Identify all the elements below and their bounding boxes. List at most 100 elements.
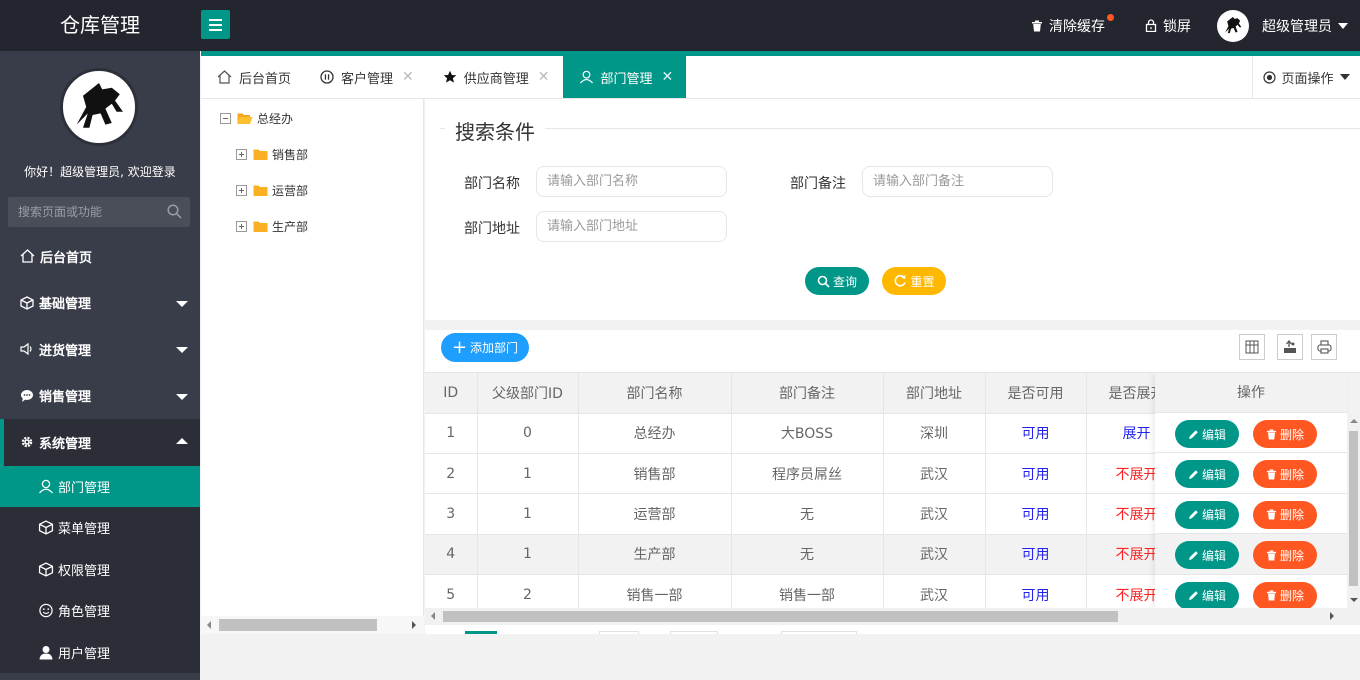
tree-node-child[interactable]: 生产部 [236,218,308,235]
scroll-down-icon[interactable] [1350,598,1358,602]
page-operations-label: 页面操作 [1281,71,1334,87]
column-header[interactable]: 部门备注 [731,373,884,414]
column-header[interactable]: ID [425,373,478,414]
search-icon[interactable] [167,204,182,219]
chevron-down-icon [1339,74,1350,80]
query-button[interactable]: 查询 [805,267,869,295]
clear-cache-button[interactable]: 清除缓存 [1031,13,1114,36]
scroll-left-icon[interactable] [431,612,435,620]
lock-icon [1145,19,1157,32]
close-icon[interactable]: ✕ [538,69,550,85]
column-header[interactable]: 是否可用 [985,373,1087,414]
dept-name-input[interactable] [536,166,727,197]
delete-button[interactable]: 删除 [1253,500,1317,529]
tree-node-child[interactable]: 运营部 [236,182,308,199]
scroll-right-icon[interactable] [412,621,416,629]
column-header[interactable]: 父级部门ID [477,373,579,414]
edit-button[interactable]: 编辑 [1175,500,1239,529]
trash-icon [1032,20,1042,31]
sidebar-subitem-department[interactable]: 部门管理 [0,465,200,507]
dept-name-label: 部门名称 [464,176,520,192]
sidebar-subitem-menu[interactable]: 菜单管理 [0,507,200,549]
print-button[interactable] [1311,334,1337,360]
expand-icon[interactable] [236,221,247,232]
edit-button[interactable]: 编辑 [1175,420,1239,448]
tab-customer[interactable]: 客户管理 ✕ [304,56,427,98]
close-icon[interactable]: ✕ [662,69,674,85]
edit-button[interactable]: 编辑 [1175,460,1239,489]
cell-remark: 销售一部 [731,574,884,608]
tree-node-root[interactable]: 总经办 [220,110,293,127]
sidebar-subitem-permission[interactable]: 权限管理 [0,549,200,591]
ops-column-header: 操作 [1155,373,1347,413]
table-vertical-scrollbar[interactable] [1347,413,1360,608]
sidebar-subitem-label: 部门管理 [58,480,111,496]
speaker-icon [20,343,32,356]
header-right: 清除缓存 锁屏 超级管理员 [1031,0,1360,51]
pencil-icon [1188,470,1198,479]
columns-filter-button[interactable] [1239,334,1265,360]
close-icon[interactable]: ✕ [402,69,414,85]
star-icon [443,70,457,83]
sidebar-item-system[interactable]: 系统管理 [0,419,200,466]
person-icon [39,645,53,660]
column-header[interactable]: 部门名称 [578,373,732,414]
collapse-icon[interactable] [220,113,231,124]
page-button[interactable] [599,631,639,634]
sidebar-item-home[interactable]: 后台首页 [0,233,200,280]
tab-label: 供应商管理 [463,71,529,87]
tab-home[interactable]: 后台首页 [201,56,304,98]
pause-circle-icon [320,70,334,84]
cell-address: 武汉 [883,534,986,576]
edit-button[interactable]: 编辑 [1175,581,1239,608]
dept-address-input[interactable] [536,211,727,242]
edit-button[interactable]: 编辑 [1175,541,1239,570]
tab-department[interactable]: 部门管理 ✕ [562,56,687,98]
column-header[interactable]: 部门地址 [883,373,986,414]
page-size-select[interactable] [781,631,857,634]
sidebar-item-label: 销售管理 [39,390,92,406]
delete-button[interactable]: 删除 [1253,460,1317,489]
sidebar-subitem-role[interactable]: 角色管理 [0,590,200,632]
delete-button[interactable]: 删除 [1253,541,1317,570]
scroll-left-icon[interactable] [207,621,211,629]
clear-cache-label: 清除缓存 [1049,18,1105,35]
menu-toggle-button[interactable] [201,10,230,39]
cell-available: 可用 [985,493,1087,535]
trash-icon [1266,590,1277,601]
lock-screen-button[interactable]: 锁屏 [1145,16,1191,36]
horse-logo-icon [76,83,123,128]
scroll-right-icon[interactable] [1330,612,1334,620]
reset-button[interactable]: 重置 [882,267,946,295]
page-operations-dropdown[interactable]: 页面操作 [1252,56,1360,98]
sidebar-item-sales[interactable]: 销售管理 [0,373,200,420]
delete-button[interactable]: 删除 [1253,581,1317,608]
sidebar-item-purchase[interactable]: 进货管理 [0,326,200,373]
tab-supplier[interactable]: 供应商管理 ✕ [427,56,563,98]
scroll-up-icon[interactable] [1350,419,1358,423]
export-button[interactable] [1277,334,1303,360]
add-department-button[interactable]: + 添加部门 [441,333,529,362]
cell-address: 深圳 [883,413,986,454]
page-button[interactable] [670,631,718,634]
dept-address-label: 部门地址 [464,221,520,237]
operations-fixed-column: 操作 编辑 删除 编辑 删除 编辑 删除 编辑 删除 编辑 删除 [1155,373,1347,608]
dept-remark-input[interactable] [862,166,1053,197]
scrollbar-thumb[interactable] [443,611,1118,622]
expand-icon[interactable] [236,185,247,196]
user-menu[interactable]: 超级管理员 [1217,9,1348,42]
scrollbar-thumb[interactable] [219,619,377,631]
delete-button[interactable]: 删除 [1253,420,1317,448]
sidebar-search-input[interactable] [8,205,158,219]
sidebar-subitem-user[interactable]: 用户管理 [0,632,200,674]
sidebar-item-basic[interactable]: 基础管理 [0,280,200,327]
scrollbar-thumb[interactable] [1349,431,1358,586]
department-tree: 总经办 销售部 运营部 生产部 [201,99,424,634]
page-current[interactable] [465,631,497,634]
expand-icon[interactable] [236,149,247,160]
cell-name: 销售一部 [578,574,732,608]
table-horizontal-scrollbar[interactable] [425,608,1360,625]
tree-node-child[interactable]: 销售部 [236,146,308,163]
tree-horizontal-scrollbar[interactable] [201,616,424,634]
tree-node-label: 运营部 [272,184,309,198]
